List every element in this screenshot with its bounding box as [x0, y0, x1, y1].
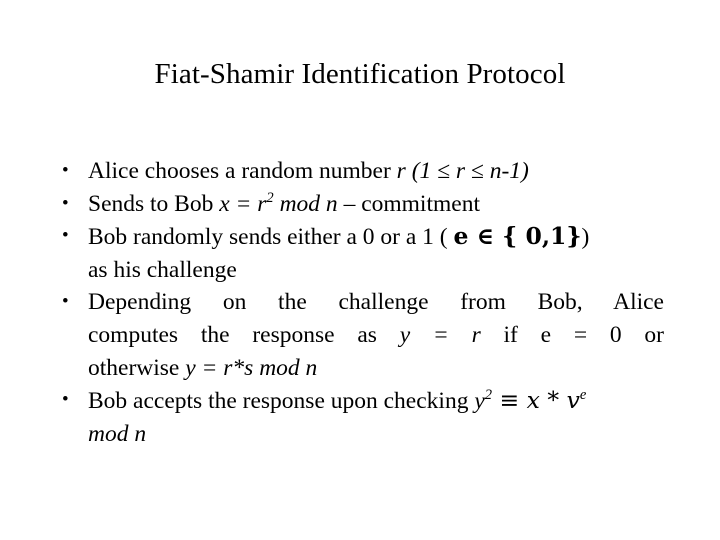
- list-item-alice-random: • Alice chooses a random number r (1 ≤ r…: [58, 155, 664, 188]
- bullet-2-math-modulus: mod n: [273, 190, 338, 217]
- bullet-marker-icon: •: [62, 160, 69, 181]
- list-item-bob-accepts: • Bob accepts the response upon checking…: [58, 384, 664, 450]
- bullet-4-line-3-lead: otherwise: [88, 354, 186, 381]
- bullet-1-lead-text: Alice chooses a random number: [88, 158, 397, 184]
- list-item-bob-challenge: • Bob randomly sends either a 0 or a 1 (…: [58, 220, 664, 286]
- bullet-text-depending-response: Depending on the challenge from Bob, Ali…: [88, 286, 664, 384]
- bullet-4-line-3: otherwise y = r*s mod n: [88, 352, 664, 385]
- bullet-2-math-base: x = r: [219, 190, 267, 217]
- bullet-4-line-2-lead: computes the response as: [88, 321, 400, 348]
- bullet-4-line-2: computes the response as y = r if e = 0 …: [88, 319, 664, 352]
- bullet-2-trailing-text: – commitment: [337, 190, 480, 217]
- bullet-text-bob-accepts: Bob accepts the response upon checking y…: [88, 386, 587, 447]
- bullet-text-sends-commitment: Sends to Bob x = r2 mod n – commitment: [88, 189, 480, 217]
- bullet-3-lead-text: Bob randomly sends either a 0 or a 1 (: [88, 224, 454, 251]
- bullet-5-congruence-expression: ≡ x * v: [492, 386, 580, 415]
- bullet-2-exponent: 2: [266, 189, 274, 206]
- bullet-marker-icon: •: [62, 389, 69, 411]
- bullet-4-line-2-trail: if e = 0 or: [480, 321, 665, 348]
- bullet-4-line-1: Depending on the challenge from Bob, Ali…: [88, 289, 664, 316]
- bullet-3-close-paren: ): [581, 224, 590, 251]
- bullet-text-bob-challenge: Bob randomly sends either a 0 or a 1 ( e…: [88, 222, 590, 283]
- list-item-sends-commitment: • Sends to Bob x = r2 mod n – commitment: [58, 188, 664, 221]
- bullet-1-math-expression: r (1 ≤ r ≤ n-1): [396, 158, 529, 184]
- bullet-5-continuation-mod-n: mod n: [88, 420, 147, 447]
- bullet-marker-icon: •: [62, 192, 69, 214]
- bullet-list: • Alice chooses a random number r (1 ≤ r…: [58, 155, 664, 450]
- bullet-3-set-membership-expression: e ∈ { 0,1}: [453, 222, 582, 251]
- bullet-4-math-y-equals-r: y = r: [399, 321, 481, 348]
- bullet-5-lead-text: Bob accepts the response upon checking: [88, 388, 475, 415]
- bullet-3-continuation-line: as his challenge: [88, 256, 237, 283]
- bullet-marker-icon: •: [62, 225, 69, 247]
- bullet-5-y-exponent: 2: [484, 387, 493, 404]
- slide-body: • Alice chooses a random number r (1 ≤ r…: [58, 155, 664, 450]
- bullet-4-math-y-equals-rs-mod-n: y = r*s mod n: [185, 354, 318, 381]
- page-title: Fiat-Shamir Identification Protocol: [154, 58, 566, 90]
- slide-canvas: Fiat-Shamir Identification Protocol • Al…: [0, 0, 720, 540]
- bullet-text-alice-random: Alice chooses a random number r (1 ≤ r ≤…: [88, 158, 529, 184]
- bullet-2-lead-text: Sends to Bob: [88, 190, 220, 217]
- bullet-5-y-variable: y: [474, 388, 485, 415]
- bullet-marker-icon: •: [62, 291, 69, 313]
- list-item-depending-response: • Depending on the challenge from Bob, A…: [58, 286, 664, 384]
- bullet-5-v-exponent: e: [579, 387, 587, 404]
